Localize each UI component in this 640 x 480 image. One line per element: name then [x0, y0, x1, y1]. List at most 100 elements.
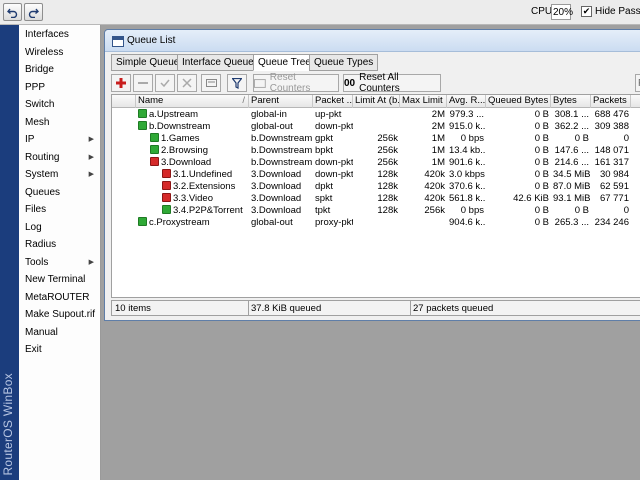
column-header-limit-at[interactable]: Limit At (b... [353, 95, 400, 108]
cell-limit-at: 128k [377, 205, 398, 216]
column-header-name[interactable]: Name / [136, 95, 249, 108]
cell-name: 3.1.Undefined [136, 169, 249, 181]
column-header-queued[interactable]: Queued Bytes [486, 95, 551, 108]
table-row[interactable]: 2.Browsing b.Downstream bpkt 256k 1M 13.4 kb.… [112, 145, 640, 157]
menu-item-interfaces[interactable]: Interfaces [19, 26, 100, 44]
menu-item-radius[interactable]: Radius [19, 236, 100, 254]
menu-item-label: Radius [25, 239, 57, 250]
menu-item-ip[interactable]: IP ▶ [19, 131, 100, 149]
menu-item-manual[interactable]: Manual [19, 324, 100, 342]
cell-packet: down-pkt [315, 169, 353, 180]
plus-icon [116, 78, 126, 88]
menu-item-metarouter[interactable]: MetaROUTER [19, 289, 100, 307]
menu-item-log[interactable]: Log [19, 219, 100, 237]
brand-strip: RouterOS WinBox [0, 25, 19, 480]
cell-avg: 915.0 k... [449, 121, 486, 132]
column-header-label: Parent [251, 95, 279, 106]
queue-name: 3.3.Video [173, 193, 213, 204]
queue-list-window: Queue List Simple Queues Interface Queues… [104, 29, 640, 321]
cell-queued: 0 B [534, 181, 549, 192]
cell-packet: gpkt [315, 133, 333, 144]
submenu-arrow-icon: ▶ [88, 153, 94, 161]
find-input[interactable]: F [635, 74, 640, 92]
menu-item-bridge[interactable]: Bridge [19, 61, 100, 79]
cell-name: 1.Games [136, 133, 249, 145]
reset-counters-label: Reset Counters [269, 72, 311, 94]
table-row[interactable]: 3.Download b.Downstream down-pkt 256k 1M 901.… [112, 157, 640, 169]
menu-item-ppp[interactable]: PPP [19, 79, 100, 97]
column-header-label: Avg. R... [449, 95, 486, 106]
menu-item-queues[interactable]: Queues [19, 184, 100, 202]
table-row[interactable]: 3.4.P2P&Torrent 3.Download tpkt 128k 256k 0 b… [112, 205, 640, 217]
cell-name: 3.3.Video [136, 193, 249, 205]
cell-limit-at [353, 217, 400, 229]
table-row[interactable]: 1.Games b.Downstream gpkt 256k 1M 0 bps 0 B 0 B… [112, 133, 640, 145]
column-header-bytes[interactable]: Bytes [551, 95, 591, 108]
undo-button[interactable] [3, 3, 22, 21]
cell-max-limit: 420k [424, 181, 445, 192]
cell-parent: b.Downstream [251, 145, 313, 156]
cell-max-limit: 1M [431, 157, 445, 168]
column-header-avg[interactable]: Avg. R... [447, 95, 486, 108]
menu-item-wireless[interactable]: Wireless [19, 44, 100, 62]
table-row[interactable]: 3.3.Video 3.Download spkt 128k 420k 561.8 k..… [112, 193, 640, 205]
menu-item-exit[interactable]: Exit [19, 341, 100, 359]
cell-limit-at: 128k [377, 169, 398, 180]
menu-item-system[interactable]: System ▶ [19, 166, 100, 184]
menu-item-files[interactable]: Files [19, 201, 100, 219]
cell-packets: 309 388 [594, 121, 629, 132]
queue-name: c.Proxystream [149, 217, 210, 228]
filter-icon [232, 77, 242, 89]
tab-queue-types[interactable]: Queue Types [309, 54, 379, 71]
table-row[interactable]: 3.1.Undefined 3.Download down-pkt 128k 420k 3… [112, 169, 640, 181]
cell-parent: global-in [251, 109, 287, 120]
redo-button[interactable] [24, 3, 43, 21]
cell-packet: proxy-pkt [315, 217, 353, 228]
cell-packets: 30 984 [599, 169, 629, 180]
remove-button[interactable] [133, 74, 153, 92]
reset-all-counters-button[interactable]: 00 Reset All Counters [343, 72, 441, 94]
menu-item-make-supout-rif[interactable]: Make Supout.rif [19, 306, 100, 324]
disable-button[interactable] [177, 74, 197, 92]
add-button[interactable] [111, 74, 131, 92]
tab-queue-tree[interactable]: Queue Tree [253, 54, 316, 71]
column-header-max-limit[interactable]: Max Limit ... [400, 95, 447, 108]
table-row[interactable]: b.Downstream global-out down-pkt 2M 915.0 k.… [112, 121, 640, 133]
table-row[interactable]: c.Proxystream global-out proxy-pkt 904.6 k.… [112, 217, 640, 229]
cell-queued: 0 B [534, 109, 549, 120]
column-header-parent[interactable]: Parent [249, 95, 313, 108]
top-toolbar: CPU: 20% ✔ Hide Passwords [0, 0, 640, 25]
hide-passwords-checkbox[interactable]: ✔ [581, 6, 592, 17]
cell-parent: global-out [251, 121, 293, 132]
cell-name: 3.2.Extensions [136, 181, 249, 193]
menu-item-mesh[interactable]: Mesh [19, 114, 100, 132]
window-title-bar[interactable]: Queue List [105, 30, 640, 52]
comment-button[interactable] [201, 74, 221, 92]
status-item-count: 10 items [115, 303, 151, 314]
table-row[interactable]: a.Upstream global-in up-pkt 2M 979.3 ... 0 B 3… [112, 109, 640, 121]
cell-parent: 3.Download [251, 181, 302, 192]
cell-parent: global-out [251, 217, 293, 228]
filter-button[interactable] [227, 74, 247, 92]
menu-item-new-terminal[interactable]: New Terminal [19, 271, 100, 289]
enable-button[interactable] [155, 74, 175, 92]
queue-status-icon [138, 217, 147, 226]
reset-all-prefix: 00 [344, 77, 356, 89]
column-header-packets[interactable]: Packets [591, 95, 631, 108]
header-spacer [112, 95, 136, 108]
tab-interface-queues[interactable]: Interface Queues [177, 54, 264, 71]
cell-name: c.Proxystream [136, 217, 249, 229]
menu-item-routing[interactable]: Routing ▶ [19, 149, 100, 167]
queue-name: 3.1.Undefined [173, 169, 233, 180]
cell-bytes: 214.6 ... [554, 157, 589, 168]
cpu-value: 20% [551, 4, 573, 20]
cell-max-limit: 2M [431, 121, 445, 132]
reset-counters-button[interactable]: Reset Counters [253, 72, 339, 94]
menu-item-switch[interactable]: Switch [19, 96, 100, 114]
menu-item-tools[interactable]: Tools ▶ [19, 254, 100, 272]
column-header-packet[interactable]: Packet ... [313, 95, 353, 108]
submenu-arrow-icon: ▶ [88, 258, 94, 266]
cell-bytes: 0 B [574, 133, 589, 144]
cell-max-limit: 2M [431, 109, 445, 120]
table-row[interactable]: 3.2.Extensions 3.Download dpkt 128k 420k 370.… [112, 181, 640, 193]
